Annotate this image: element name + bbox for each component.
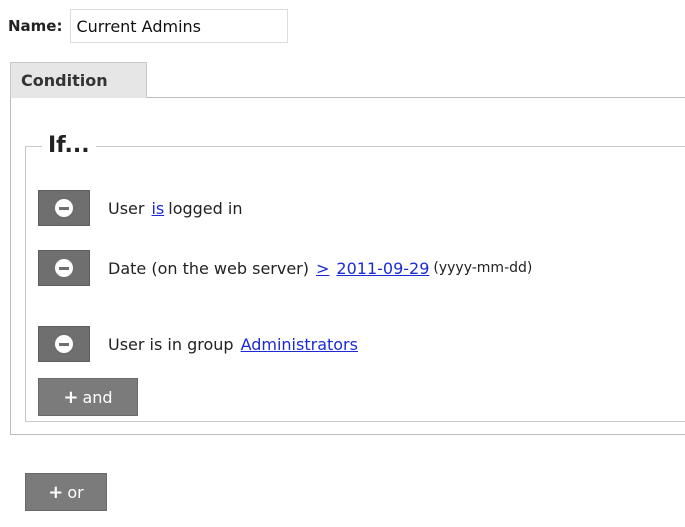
remove-condition-button[interactable]	[38, 250, 90, 286]
add-and-button[interactable]: + and	[38, 378, 138, 416]
add-and-label: and	[82, 387, 113, 407]
remove-condition-button[interactable]	[38, 190, 90, 226]
name-label: Name:	[8, 17, 63, 35]
date-value-link[interactable]: 2011-09-29	[336, 259, 429, 278]
date-format-hint: (yyyy-mm-dd)	[433, 260, 533, 276]
plus-icon: +	[63, 386, 79, 408]
rule-editor: Name: Condition If... User is logged in …	[0, 0, 685, 527]
add-or-button[interactable]: + or	[25, 473, 107, 511]
condition-text: User	[108, 198, 145, 218]
is-operator-link[interactable]: is	[151, 199, 164, 218]
condition-text: logged in	[168, 198, 243, 218]
minus-circle-icon	[55, 335, 73, 353]
condition-text: User is in group	[108, 334, 234, 354]
comparison-operator-link[interactable]: >	[316, 259, 329, 278]
name-row: Name:	[8, 6, 289, 46]
name-input[interactable]	[70, 9, 289, 43]
minus-circle-icon	[55, 199, 73, 217]
tab-condition[interactable]: Condition	[10, 62, 147, 98]
plus-icon: +	[48, 481, 64, 503]
group-link[interactable]: Administrators	[241, 335, 358, 354]
condition-row: User is logged in	[38, 190, 242, 226]
condition-row: User is in group Administrators	[38, 326, 358, 362]
if-legend: If...	[42, 131, 96, 161]
remove-condition-button[interactable]	[38, 326, 90, 362]
add-or-label: or	[67, 482, 84, 502]
minus-circle-icon	[55, 259, 73, 277]
condition-row: Date (on the web server) > 2011-09-29 (y…	[38, 250, 532, 286]
condition-text: Date (on the web server)	[108, 258, 309, 278]
